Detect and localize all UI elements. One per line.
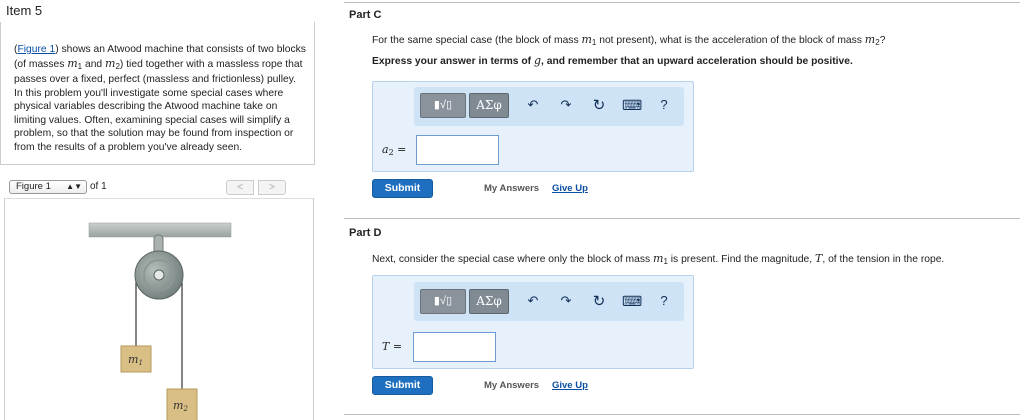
divider-bottom: [344, 414, 1020, 415]
greek-symbols-button[interactable]: ΑΣφ: [469, 289, 509, 314]
figure-panel: m1 m2: [4, 198, 314, 420]
select-arrows-icon: ▲▼: [66, 182, 82, 191]
part-c-answer-input[interactable]: [416, 135, 499, 165]
part-d-question: Next, consider the special case where on…: [372, 252, 945, 266]
templates-icon: ▮√▯: [433, 295, 453, 307]
part-c-give-up-link[interactable]: Give Up: [552, 183, 588, 194]
reset-icon[interactable]: ↻: [590, 292, 608, 310]
part-d-title: Part D: [349, 227, 382, 239]
part-c-question: For the same special case (the block of …: [372, 33, 886, 47]
redo-icon[interactable]: ↷: [557, 293, 575, 309]
divider-mid: [344, 218, 1020, 219]
part-c-my-answers[interactable]: My Answers: [484, 183, 539, 194]
part-c-title: Part C: [349, 9, 382, 21]
help-button[interactable]: ?: [657, 293, 671, 308]
divider-top: [344, 2, 1020, 3]
pulley-axle: [153, 269, 165, 281]
keyboard-icon[interactable]: ⌨: [622, 293, 642, 310]
greek-symbols-button[interactable]: ΑΣφ: [469, 93, 509, 118]
undo-icon[interactable]: ↶: [524, 293, 542, 309]
part-c-submit-button[interactable]: Submit: [372, 179, 433, 198]
keyboard-icon[interactable]: ⌨: [622, 97, 642, 114]
templates-button[interactable]: ▮√▯: [420, 289, 466, 314]
prev-figure-button[interactable]: <: [226, 180, 254, 195]
intro-text: (Figure 1) shows an Atwood machine that …: [14, 44, 306, 153]
atwood-machine-figure: m1 m2: [88, 222, 232, 420]
help-button[interactable]: ?: [657, 97, 671, 112]
part-d-give-up-link[interactable]: Give Up: [552, 380, 588, 391]
part-c-instruction: Express your answer in terms of g, and r…: [372, 54, 853, 67]
templates-icon: ▮√▯: [433, 99, 453, 111]
figure-link[interactable]: Figure 1: [17, 44, 55, 55]
undo-icon[interactable]: ↶: [524, 97, 542, 113]
part-d-my-answers[interactable]: My Answers: [484, 380, 539, 391]
figure-count: of 1: [90, 181, 107, 192]
part-d-submit-button[interactable]: Submit: [372, 376, 433, 395]
redo-icon[interactable]: ↷: [557, 97, 575, 113]
reset-icon[interactable]: ↻: [590, 96, 608, 114]
figure-select[interactable]: Figure 1 ▲▼: [9, 180, 87, 194]
part-d-answer-input[interactable]: [413, 332, 496, 362]
item-title: Item 5: [6, 3, 43, 18]
templates-button[interactable]: ▮√▯: [420, 93, 466, 118]
part-d-answer-label: T =: [382, 340, 403, 353]
next-figure-button[interactable]: >: [258, 180, 286, 195]
part-c-answer-label: a2 =: [382, 143, 407, 157]
